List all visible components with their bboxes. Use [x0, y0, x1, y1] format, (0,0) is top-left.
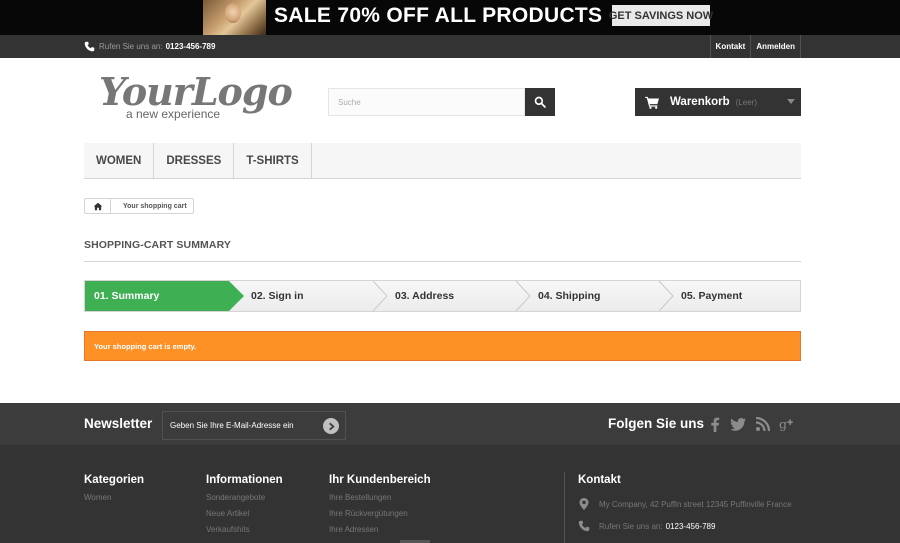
breadcrumb-current: Your shopping cart [123, 202, 187, 210]
cart-icon [645, 96, 659, 109]
footer-info: Informationen Sonderangebote Neue Artike… [206, 474, 283, 541]
empty-cart-alert: Your shopping cart is empty. [84, 331, 801, 361]
top-links: Kontakt Anmelden [709, 35, 801, 58]
menu-item-tshirts[interactable]: T-SHIRTS [234, 143, 312, 178]
svg-text:g: g [779, 416, 787, 431]
step-sign-in[interactable]: 02. Sign in [251, 281, 304, 311]
cart-label: Warenkorb [670, 96, 730, 108]
chevron-down-icon [787, 99, 795, 104]
step-separator [515, 281, 531, 311]
top-phone-info: Rufen Sie uns an: 0123-456-789 [84, 35, 215, 58]
main-menu: WOMEN DRESSES T-SHIRTS [84, 143, 801, 179]
newsletter-submit-button[interactable] [323, 418, 339, 434]
search-input[interactable] [328, 88, 525, 116]
cart-button[interactable]: Warenkorb (Leer) [635, 88, 801, 116]
search-form [328, 88, 555, 116]
footer-heading: Informationen [206, 474, 283, 486]
search-button[interactable] [525, 88, 555, 116]
menu-item-women[interactable]: WOMEN [84, 143, 155, 178]
logo-tagline: a new experience [126, 107, 221, 121]
chevron-right-icon [328, 422, 335, 430]
facebook-icon[interactable] [707, 416, 723, 432]
top-nav-bar: Rufen Sie uns an: 0123-456-789 Kontakt A… [0, 35, 900, 58]
alert-text: Your shopping cart is empty. [94, 341, 197, 351]
title-divider [84, 261, 801, 262]
phone-prefix: Rufen Sie uns an: [99, 42, 163, 51]
breadcrumb: Your shopping cart [84, 198, 194, 214]
login-link[interactable]: Anmelden [750, 35, 801, 58]
contact-address-text: My Company, 42 Puffin street 12345 Puffi… [599, 499, 792, 509]
contact-phone: Rufen Sie uns an: 0123-456-789 [578, 515, 792, 537]
google-plus-icon[interactable]: g [779, 416, 795, 432]
promo-banner[interactable]: SALE 70% OFF ALL PRODUCTS GET SAVINGS NO… [0, 0, 900, 35]
site-logo[interactable]: YourLogo a new experience [99, 70, 293, 122]
map-marker-icon [579, 498, 589, 510]
phone-icon [578, 520, 590, 532]
step-summary[interactable]: 01. Summary [85, 281, 244, 311]
footer-contact: Kontakt My Company, 42 Puffin street 123… [578, 474, 792, 537]
home-icon [93, 202, 102, 210]
phone-icon [84, 41, 95, 52]
footer-link[interactable]: Sonderangebote [206, 493, 283, 509]
breadcrumb-home[interactable] [85, 199, 111, 213]
cart-status: (Leer) [735, 97, 757, 107]
twitter-icon[interactable] [730, 416, 746, 432]
contact-address: My Company, 42 Puffin street 12345 Puffi… [578, 493, 792, 515]
social-heading: Folgen Sie uns [608, 416, 705, 431]
phone-number: 0123-456-789 [165, 42, 216, 51]
newsletter-form [162, 411, 346, 440]
step-separator [658, 281, 674, 311]
footer: Kategorien Women Informationen Sonderang… [0, 445, 900, 543]
footer-link[interactable]: Neue Artikel [206, 509, 283, 525]
footer-heading: Kontakt [578, 474, 621, 486]
footer-link[interactable]: Women [84, 493, 144, 509]
footer-divider [564, 472, 565, 543]
menu-item-dresses[interactable]: DRESSES [154, 143, 235, 178]
contact-phone-prefix: Rufen Sie uns an: [599, 521, 663, 531]
step-address[interactable]: 03. Address [395, 281, 454, 311]
contact-phone-number: 0123-456-789 [665, 521, 716, 531]
banner-model-image [203, 0, 266, 35]
footer-heading: Kategorien [84, 474, 145, 486]
newsletter-email-input[interactable] [163, 421, 313, 430]
footer-categories: Kategorien Women [84, 474, 144, 509]
page-title: SHOPPING-CART SUMMARY [84, 239, 231, 251]
banner-headline: SALE 70% OFF ALL PRODUCTS [274, 4, 603, 27]
footer-account: Ihr Kundenbereich Ihre Bestellungen Ihre… [329, 474, 431, 541]
rss-icon[interactable] [755, 416, 771, 432]
footer-heading: Ihr Kundenbereich [329, 474, 431, 486]
checkout-steps: 01. Summary 02. Sign in 03. Address 04. … [84, 280, 801, 312]
footer-link[interactable]: Verkaufshits [206, 525, 283, 541]
footer-link[interactable]: Ihre Bestellungen [329, 493, 431, 509]
contact-link[interactable]: Kontakt [709, 35, 751, 58]
search-icon [534, 96, 546, 108]
footer-link[interactable]: Ihre Rückvergütungen [329, 509, 431, 525]
newsletter-heading: Newsletter [84, 416, 153, 431]
step-payment[interactable]: 05. Payment [681, 281, 742, 311]
newsletter-bar: Newsletter Folgen Sie uns g [0, 403, 900, 445]
step-shipping[interactable]: 04. Shipping [538, 281, 600, 311]
get-savings-button[interactable]: GET SAVINGS NOW [609, 5, 713, 26]
step-separator [372, 281, 388, 311]
footer-link[interactable]: Ihre Adressen [329, 525, 431, 541]
